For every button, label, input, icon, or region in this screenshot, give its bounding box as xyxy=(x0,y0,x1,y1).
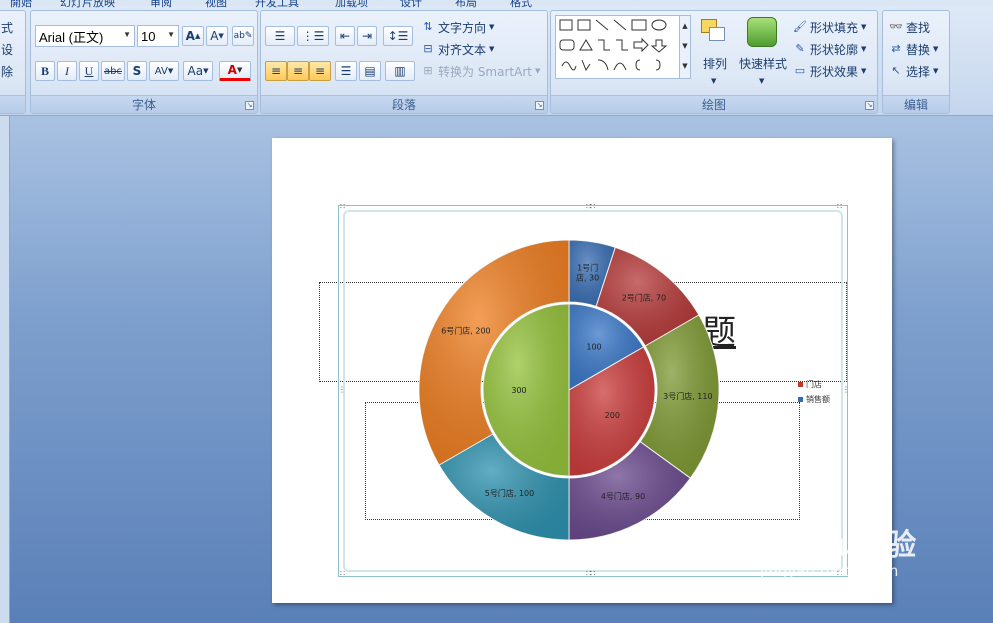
watermark-brand: Baidu经验 xyxy=(760,528,917,563)
legend-item-stores: 门店 xyxy=(798,379,822,390)
inner-data-label: 100 xyxy=(586,343,601,352)
outer-data-label: 1号门店, 30 xyxy=(576,262,599,282)
outer-data-label: 4号门店, 90 xyxy=(601,491,645,501)
legend-swatch xyxy=(798,397,803,402)
inner-data-label: 200 xyxy=(605,411,620,420)
legend-swatch xyxy=(798,382,803,387)
inner-ring xyxy=(482,303,656,477)
outer-data-label: 3号门店, 110 xyxy=(663,391,712,401)
watermark-url: jingyan.baidu.com xyxy=(760,562,899,580)
outer-data-label: 2号门店, 70 xyxy=(622,293,666,303)
outer-data-label: 5号门店, 100 xyxy=(485,488,534,498)
legend-item-sales: 销售额 xyxy=(798,394,830,405)
outer-data-label: 6号门店, 200 xyxy=(441,326,490,336)
inner-data-label: 300 xyxy=(511,386,526,395)
watermark: Baidu经验 jingyan.baidu.com xyxy=(760,520,916,580)
